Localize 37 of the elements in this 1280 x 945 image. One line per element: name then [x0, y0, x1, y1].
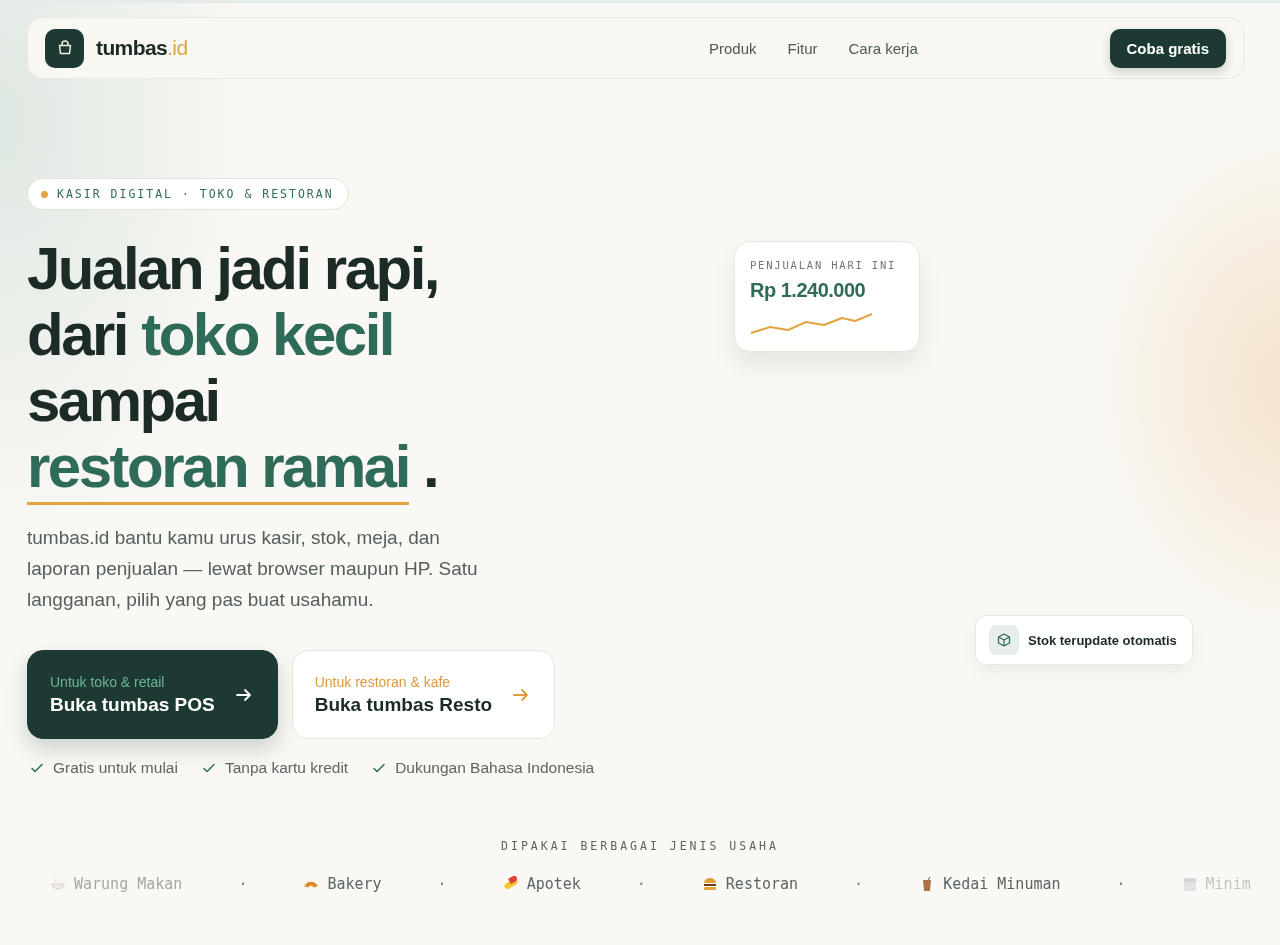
badge-text: KASIR DIGITAL · TOKO & RESTORAN — [57, 187, 334, 201]
section-label: DIPAKAI BERBAGAI JENIS USAHA — [501, 839, 779, 853]
headline: Jualan jadi rapi, dari toko kecil sampai restoran ramai . — [27, 236, 647, 512]
business-type: Warung Makan — [74, 875, 183, 893]
sales-amount: Rp 1.240.000 — [750, 279, 867, 302]
separator-dot: · — [1116, 875, 1126, 893]
separator-dot: · — [437, 875, 447, 893]
check-icon — [201, 761, 216, 775]
sales-label: PENJUALAN HARI INI — [750, 259, 898, 271]
check-icon — [372, 761, 387, 775]
nav-link[interactable]: Cara kerja — [848, 39, 918, 57]
product-button[interactable]: Untuk restoran & kafe Buka tumbas Resto — [291, 650, 556, 739]
separator-dot: · — [636, 875, 646, 893]
notification-text: Stok terupdate otomatis — [1028, 632, 1177, 648]
nav-link[interactable]: Produk — [709, 39, 757, 57]
product-button[interactable]: Untuk toko & retail Buka tumbas POS — [27, 650, 278, 739]
separator-dot: · — [854, 875, 864, 893]
brand-name[interactable]: tumbas.id — [96, 36, 188, 60]
perk-text: Tanpa kartu kredit — [224, 759, 349, 777]
separator-dot: · — [238, 875, 248, 893]
business-type: Kedai Minuman — [943, 875, 1061, 893]
business-type: Minim — [1205, 875, 1251, 893]
business-type: Apotek — [526, 875, 581, 893]
nav-link[interactable]: Fitur — [787, 39, 818, 57]
shopping-bag-icon[interactable] — [45, 28, 84, 68]
business-type: Restoran — [725, 875, 799, 893]
check-icon — [30, 761, 44, 775]
shop-icon — [1181, 876, 1198, 892]
bowl-icon — [50, 876, 66, 892]
perk-text: Gratis untuk mulai — [53, 759, 178, 777]
business-type: Bakery — [327, 875, 382, 893]
burger-icon — [701, 876, 718, 892]
try-free-button[interactable]: Coba gratis — [1109, 28, 1226, 68]
box-icon — [989, 625, 1019, 655]
perk-text: Dukungan Bahasa Indonesia — [395, 759, 595, 777]
lead-paragraph: tumbas.id bantu kamu urus kasir, stok, meja, dan laporan penjualan — lewat browser maupun HP. Satu langganan, pilih yang pas buat usahamu. — [27, 526, 479, 612]
dot-icon — [41, 190, 48, 198]
